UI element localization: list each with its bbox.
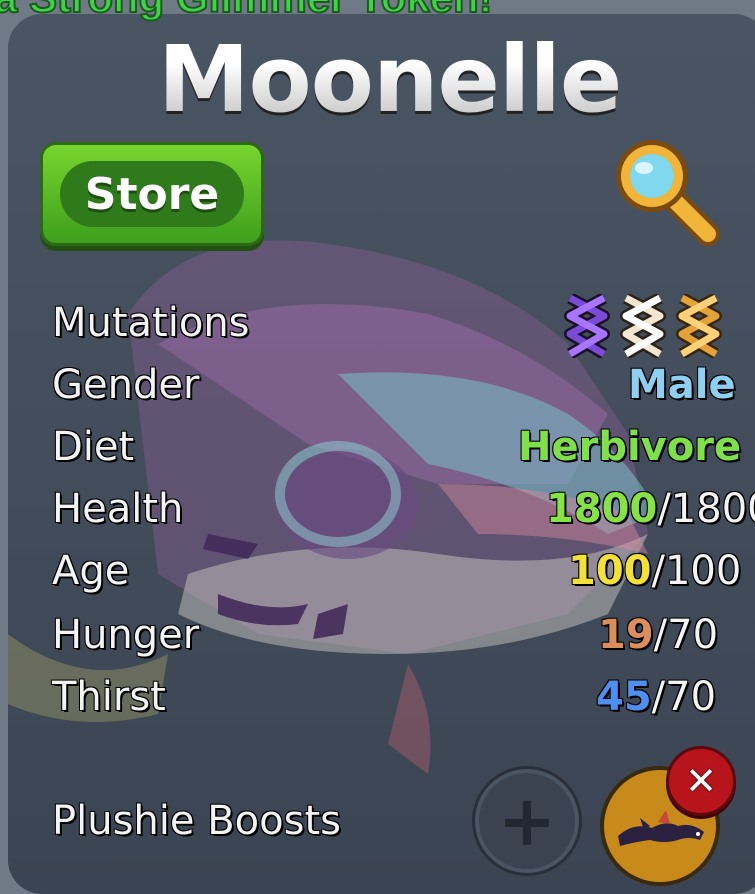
age-value: 100/100	[568, 548, 741, 594]
store-button-inner: Store	[60, 161, 244, 227]
white-dna-icon[interactable]	[618, 294, 668, 358]
store-button-label: Store	[84, 168, 220, 220]
hunger-value: 19/70	[598, 612, 718, 658]
plus-icon: +	[497, 780, 557, 862]
thirst-label: Thirst	[52, 674, 166, 720]
mutations-label: Mutations	[52, 300, 250, 346]
close-icon: ✕	[685, 759, 717, 803]
thirst-max: /70	[651, 674, 717, 720]
health-current: 1800	[546, 486, 658, 532]
purple-dna-icon[interactable]	[562, 294, 612, 358]
creature-name: Moonelle	[158, 26, 622, 133]
gold-dna-icon[interactable]	[674, 294, 724, 358]
plushie-boosts-label: Plushie Boosts	[52, 798, 341, 844]
health-value: 1800/1800	[546, 486, 755, 532]
creature-panel: Moonelle Store Mutations Gender Male Die…	[8, 14, 755, 894]
store-button[interactable]: Store	[40, 142, 264, 246]
diet-value: Herbivore	[518, 424, 742, 470]
health-label: Health	[52, 486, 184, 532]
age-label: Age	[52, 548, 130, 594]
magnifier-icon[interactable]	[608, 132, 724, 248]
health-max: /1800	[657, 486, 755, 532]
mutation-icons	[562, 294, 724, 358]
diet-label: Diet	[52, 424, 135, 470]
hunger-max: /70	[653, 612, 719, 658]
reward-banner: a Strong Glimmer Token!	[0, 0, 755, 22]
age-max: /100	[651, 548, 742, 594]
remove-plushie-button[interactable]: ✕	[666, 746, 736, 816]
hunger-current: 19	[598, 612, 654, 658]
gender-label: Gender	[52, 362, 200, 408]
thirst-value: 45/70	[596, 674, 716, 720]
thirst-current: 45	[596, 674, 652, 720]
add-plushie-button[interactable]: +	[472, 766, 582, 876]
gender-value: Male	[628, 362, 736, 408]
hunger-label: Hunger	[52, 612, 200, 658]
age-current: 100	[568, 548, 652, 594]
